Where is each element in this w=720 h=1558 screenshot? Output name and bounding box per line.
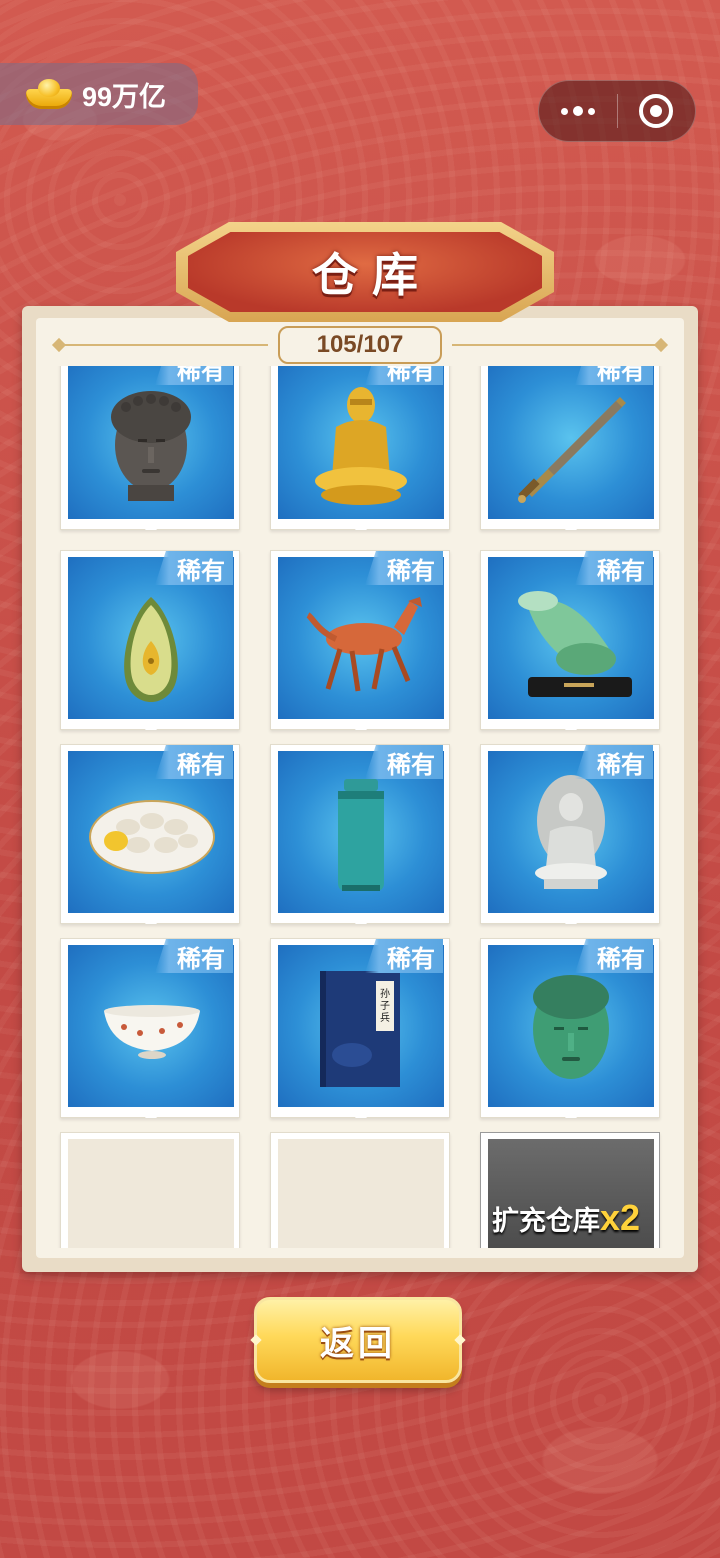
more-dots-icon[interactable] <box>539 81 617 141</box>
expand-warehouse-button[interactable]: 扩充仓库x2 免费 <box>480 1132 660 1248</box>
capacity-counter: 105/107 <box>278 326 442 364</box>
back-button-label: 返回 <box>320 1323 396 1364</box>
mini-program-capsule <box>538 80 696 142</box>
rarity-tag: 稀有 <box>575 745 653 779</box>
item-card[interactable]: 稀有 <box>270 366 450 530</box>
title-banner: 仓库 <box>188 232 542 312</box>
currency-amount: 99万亿 <box>82 81 167 112</box>
svg-text:兵: 兵 <box>380 1011 390 1024</box>
item-card[interactable]: 稀有 <box>270 550 450 730</box>
rarity-tag: 稀有 <box>365 551 443 585</box>
item-image <box>278 366 444 519</box>
item-image <box>68 366 234 519</box>
divider-left <box>58 344 268 346</box>
page-title: 仓库 <box>312 248 432 302</box>
rarity-tag: 稀有 <box>365 366 443 385</box>
svg-text:子: 子 <box>380 1000 390 1012</box>
expand-label: 扩充仓库x2 <box>492 1197 641 1238</box>
rarity-tag: 稀有 <box>365 939 443 973</box>
item-card[interactable]: 稀有 <box>480 938 660 1118</box>
back-button[interactable]: 返回 <box>250 1297 466 1383</box>
rarity-tag: 稀有 <box>575 366 653 385</box>
item-card[interactable]: 稀有 <box>60 938 240 1118</box>
close-circle-icon[interactable] <box>618 81 696 141</box>
rarity-tag: 稀有 <box>155 939 233 973</box>
item-card[interactable]: 稀有 <box>480 550 660 730</box>
item-image <box>488 366 654 519</box>
currency-display: 99万亿 <box>0 63 198 125</box>
item-card[interactable]: 稀有 <box>270 744 450 924</box>
svg-text:孙: 孙 <box>380 987 390 1000</box>
item-card[interactable]: 稀有 <box>480 366 660 530</box>
item-card[interactable]: 稀有 <box>60 366 240 530</box>
gold-ingot-icon <box>24 77 74 111</box>
item-grid: 稀有 稀有 稀有 稀有 稀有 稀有 稀有 稀有 稀有 稀有 孙 子 兵 稀有 稀… <box>36 366 684 1248</box>
item-card[interactable]: 稀有 <box>60 744 240 924</box>
rarity-tag: 稀有 <box>155 745 233 779</box>
rarity-tag: 稀有 <box>365 745 443 779</box>
empty-slot <box>60 1132 240 1248</box>
rarity-tag: 稀有 <box>155 551 233 585</box>
empty-slot <box>270 1132 450 1248</box>
item-card[interactable]: 稀有 <box>60 550 240 730</box>
rarity-tag: 稀有 <box>155 366 233 385</box>
rarity-tag: 稀有 <box>575 939 653 973</box>
rarity-tag: 稀有 <box>575 551 653 585</box>
divider-right <box>452 344 662 346</box>
expand-free-label: 免费 <box>532 1243 610 1248</box>
item-card[interactable]: 孙 子 兵 稀有 <box>270 938 450 1118</box>
item-card[interactable]: 稀有 <box>480 744 660 924</box>
